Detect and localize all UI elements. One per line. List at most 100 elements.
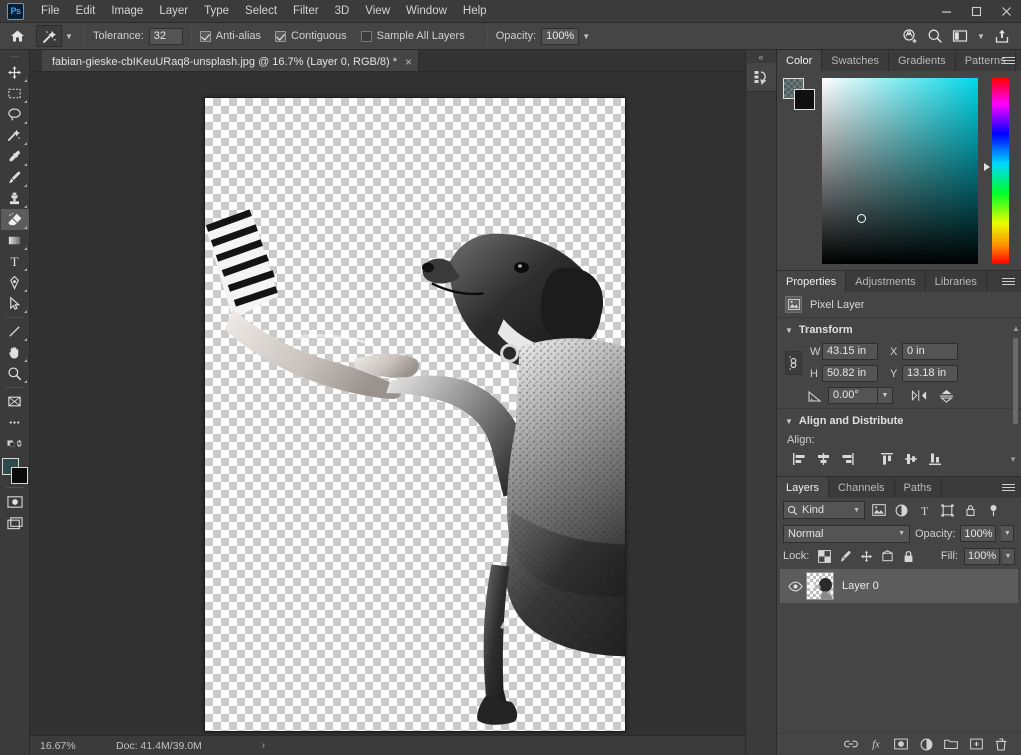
close-tab-icon[interactable]: ×: [405, 56, 412, 68]
menu-layer[interactable]: Layer: [151, 2, 196, 20]
path-selection-tool[interactable]: [1, 293, 29, 314]
align-more-chevron-down-icon[interactable]: ▼: [1009, 455, 1017, 464]
flip-vertical-icon[interactable]: [936, 387, 956, 404]
document-tab[interactable]: fabian-gieske-cbIKeuURaq8-unsplash.jpg @…: [42, 50, 420, 71]
object-selection-tool[interactable]: [1, 125, 29, 146]
delete-layer-icon[interactable]: [993, 736, 1009, 752]
opacity-chevron-down-icon[interactable]: ▼: [579, 32, 593, 41]
align-horizontal-centers-icon[interactable]: [811, 450, 835, 468]
frame-tool[interactable]: [1, 391, 29, 412]
layer-style-fx-icon[interactable]: fx: [868, 736, 884, 752]
properties-panel-menu-icon[interactable]: [1002, 271, 1015, 292]
tab-gradients[interactable]: Gradients: [889, 50, 956, 71]
screen-mode-icon[interactable]: [1, 512, 29, 533]
clone-stamp-tool[interactable]: [1, 188, 29, 209]
layer-filter-kind-select[interactable]: Kind ▼: [783, 501, 865, 519]
align-right-edges-icon[interactable]: [835, 450, 859, 468]
edit-toolbar-ellipsis-icon[interactable]: [1, 412, 29, 433]
image-canvas[interactable]: [204, 97, 626, 732]
color-background-swatch[interactable]: [794, 89, 815, 110]
height-input[interactable]: 50.82 in: [822, 365, 878, 382]
lock-image-pixels-icon[interactable]: [836, 548, 855, 565]
color-panel-swatches[interactable]: [783, 78, 815, 110]
menu-window[interactable]: Window: [398, 2, 455, 20]
color-picker-ring[interactable]: [857, 214, 866, 223]
export-icon[interactable]: [991, 25, 1013, 47]
sample-all-layers-checkbox[interactable]: Sample All Layers: [360, 30, 465, 42]
color-panel-menu-icon[interactable]: [1002, 50, 1015, 71]
chevron-down-icon[interactable]: ▼: [785, 417, 793, 426]
lasso-tool[interactable]: [1, 104, 29, 125]
layer-list[interactable]: Layer 0: [777, 567, 1021, 732]
drag-grip-icon[interactable]: ⋯: [0, 50, 29, 62]
workspace-icon[interactable]: [949, 25, 971, 47]
link-layers-icon[interactable]: [843, 736, 859, 752]
y-input[interactable]: 13.18 in: [902, 365, 958, 382]
layer-mask-icon[interactable]: [893, 736, 909, 752]
new-group-icon[interactable]: [943, 736, 959, 752]
opacity-input[interactable]: 100%: [541, 27, 580, 45]
saturation-value-field[interactable]: [822, 78, 978, 264]
background-color-swatch[interactable]: [10, 467, 28, 484]
tab-adjustments[interactable]: Adjustments: [846, 271, 926, 292]
chevron-down-icon[interactable]: ▼: [898, 530, 905, 537]
close-icon[interactable]: [991, 0, 1021, 23]
magic-wand-icon[interactable]: [36, 25, 62, 47]
align-section-title[interactable]: ▼ Align and Distribute: [777, 415, 1021, 427]
foreground-background-colors[interactable]: [1, 458, 28, 484]
status-expand-icon[interactable]: ›: [262, 740, 265, 751]
eraser-tool[interactable]: [0, 209, 29, 230]
line-tool[interactable]: [1, 321, 29, 342]
properties-scrollbar[interactable]: ▲: [1012, 324, 1020, 424]
menu-file[interactable]: File: [33, 2, 68, 20]
layers-panel-menu-icon[interactable]: [1002, 477, 1015, 498]
tab-swatches[interactable]: Swatches: [822, 50, 889, 71]
layer-thumbnail[interactable]: [806, 572, 834, 600]
filter-shape-icon[interactable]: [938, 501, 957, 519]
angle-chevron-down-icon[interactable]: ▼: [878, 387, 893, 404]
gradient-tool[interactable]: [1, 230, 29, 251]
workspace-chevron-down-icon[interactable]: ▼: [974, 32, 988, 41]
angle-input[interactable]: 0.00°: [828, 387, 878, 404]
filter-pixel-icon[interactable]: [869, 501, 888, 519]
layer-opacity-chevron-down-icon[interactable]: ▼: [1001, 525, 1015, 542]
type-tool[interactable]: T: [1, 251, 29, 272]
scroll-up-icon[interactable]: ▲: [1012, 324, 1020, 333]
eye-icon[interactable]: [784, 581, 806, 592]
filter-smart-object-icon[interactable]: [961, 501, 980, 519]
menu-view[interactable]: View: [357, 2, 398, 20]
blend-mode-select[interactable]: Normal ▼: [783, 524, 910, 543]
new-layer-icon[interactable]: [968, 736, 984, 752]
transform-section-title[interactable]: ▼ Transform: [777, 324, 1021, 336]
rectangular-marquee-tool[interactable]: [1, 83, 29, 104]
antialias-checkbox[interactable]: Anti-alias: [199, 30, 261, 42]
flip-horizontal-icon[interactable]: [909, 387, 929, 404]
fill-input[interactable]: 100%: [964, 547, 1000, 565]
hue-slider-marker[interactable]: [984, 163, 990, 171]
default-colors-icon[interactable]: [1, 433, 29, 454]
hue-slider[interactable]: [984, 78, 1009, 264]
tab-channels[interactable]: Channels: [829, 477, 895, 498]
double-chevron-left-icon[interactable]: «: [746, 50, 776, 63]
layer-opacity-input[interactable]: 100%: [960, 525, 997, 542]
zoom-level[interactable]: 16.67%: [40, 740, 112, 752]
tab-color[interactable]: Color: [777, 50, 823, 71]
share-cloud-icon[interactable]: [899, 25, 921, 47]
eyedropper-tool[interactable]: [1, 146, 29, 167]
tab-properties[interactable]: Properties: [777, 271, 847, 292]
filter-type-icon[interactable]: T: [915, 501, 934, 519]
history-panel-icon[interactable]: [746, 63, 776, 92]
align-bottom-edges-icon[interactable]: [923, 450, 947, 468]
maximize-icon[interactable]: [961, 0, 991, 23]
tool-preset-chevron-down-icon[interactable]: ▼: [62, 32, 76, 41]
menu-type[interactable]: Type: [196, 2, 237, 20]
filter-adjustment-icon[interactable]: [892, 501, 911, 519]
minimize-icon[interactable]: [931, 0, 961, 23]
contiguous-checkbox[interactable]: Contiguous: [275, 30, 347, 42]
home-icon[interactable]: [4, 25, 30, 47]
move-tool[interactable]: [1, 62, 29, 83]
menu-select[interactable]: Select: [237, 2, 285, 20]
lock-position-icon[interactable]: [857, 548, 876, 565]
layer-name[interactable]: Layer 0: [842, 580, 879, 592]
tab-libraries[interactable]: Libraries: [926, 271, 987, 292]
